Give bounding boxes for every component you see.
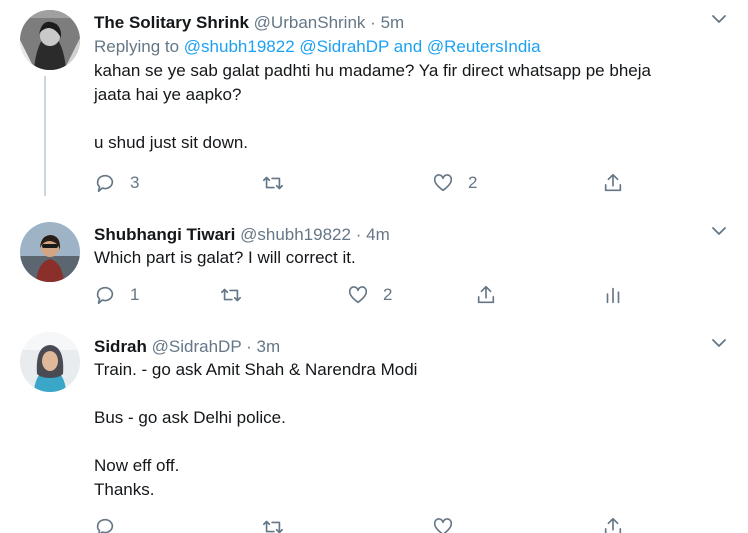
share-icon (604, 173, 622, 192)
chevron-down-icon[interactable] (710, 222, 728, 240)
tweet-actions: 1 2 (94, 284, 654, 308)
user-handle[interactable]: @SidrahDP (152, 337, 242, 356)
tweet-text: Train. - go ask Amit Shah & Narendra Mod… (94, 358, 720, 502)
reply-button[interactable]: 3 (94, 172, 139, 194)
avatar[interactable] (20, 222, 80, 282)
tweet-line: Bus - go ask Delhi police. (94, 408, 286, 427)
reply-icon (96, 174, 114, 193)
separator-dot: · (246, 337, 252, 356)
like-count: 2 (468, 173, 478, 192)
tweet-header: Sidrah @SidrahDP · 3m (94, 336, 720, 358)
heart-icon (348, 286, 368, 304)
tweet-urbanshrink[interactable]: The Solitary Shrink @UrbanShrink · 5m Re… (0, 0, 748, 210)
share-icon (477, 285, 495, 304)
tweet-header: The Solitary Shrink @UrbanShrink · 5m (94, 12, 720, 34)
retweet-icon (221, 288, 241, 302)
separator-dot: · (370, 13, 376, 32)
reply-icon (96, 286, 114, 305)
tweet-text: Which part is galat? I will correct it. (94, 246, 720, 270)
replying-to-line: Replying to @shubh19822 @SidrahDP and @R… (94, 35, 720, 59)
like-button[interactable]: 2 (347, 284, 392, 306)
avatar[interactable] (20, 10, 80, 70)
retweet-button[interactable] (262, 516, 298, 533)
reply-mentions-link[interactable]: @shubh19822 @SidrahDP and @ReutersIndia (184, 37, 541, 56)
reply-icon (96, 518, 114, 533)
tweet-line: Now eff off. (94, 456, 180, 475)
thread-connector-line (44, 76, 46, 196)
retweet-icon (263, 520, 283, 533)
share-button[interactable] (602, 516, 624, 533)
retweet-button[interactable] (220, 284, 256, 306)
timestamp[interactable]: 3m (257, 337, 281, 356)
tweet-line: Train. - go ask Amit Shah & Narendra Mod… (94, 360, 418, 379)
tweet-line: Thanks. (94, 480, 155, 499)
heart-icon (433, 518, 453, 533)
tweet-line: kahan se ye sab galat padhti hu madame? … (94, 61, 651, 80)
replying-to-label: Replying to (94, 37, 180, 56)
chevron-down-icon[interactable] (710, 334, 728, 352)
user-handle[interactable]: @shubh19822 (240, 225, 351, 244)
like-button[interactable]: 2 (432, 172, 477, 194)
analytics-button[interactable] (602, 284, 624, 306)
separator-dot: · (355, 225, 362, 244)
reply-button[interactable] (94, 516, 130, 533)
timestamp[interactable]: 4m (366, 225, 390, 244)
retweet-icon (263, 176, 283, 190)
tweet-line: u shud just sit down. (94, 133, 249, 152)
tweet-sidrahdp[interactable]: Sidrah @SidrahDP · 3m Train. - go ask Am… (0, 322, 748, 533)
like-button[interactable] (432, 516, 468, 533)
tweet-header: Shubhangi Tiwari @shubh19822 · 4m (94, 224, 720, 246)
timestamp[interactable]: 5m (381, 13, 405, 32)
tweet-actions (94, 516, 654, 533)
avatar[interactable] (20, 332, 80, 392)
reply-count: 3 (130, 173, 140, 192)
reply-count: 1 (130, 285, 140, 304)
tweet-shubh19822[interactable]: Shubhangi Tiwari @shubh19822 · 4m Which … (0, 210, 748, 322)
tweet-line: jaata hai ye aapko? (94, 85, 242, 104)
share-icon (604, 517, 622, 533)
tweet-text: kahan se ye sab galat padhti hu madame? … (94, 59, 720, 155)
heart-icon (433, 174, 453, 192)
display-name[interactable]: The Solitary Shrink (94, 13, 249, 32)
chevron-down-icon[interactable] (710, 10, 728, 28)
display-name[interactable]: Sidrah (94, 337, 147, 356)
share-button[interactable] (602, 172, 624, 194)
retweet-button[interactable] (262, 172, 298, 194)
tweet-line: Which part is galat? I will correct it. (94, 248, 356, 267)
like-count: 2 (383, 285, 393, 304)
share-button[interactable] (475, 284, 497, 306)
analytics-icon (606, 287, 620, 304)
tweet-actions: 3 2 (94, 172, 654, 196)
user-handle[interactable]: @UrbanShrink (254, 13, 366, 32)
display-name[interactable]: Shubhangi Tiwari (94, 225, 235, 244)
reply-button[interactable]: 1 (94, 284, 139, 306)
